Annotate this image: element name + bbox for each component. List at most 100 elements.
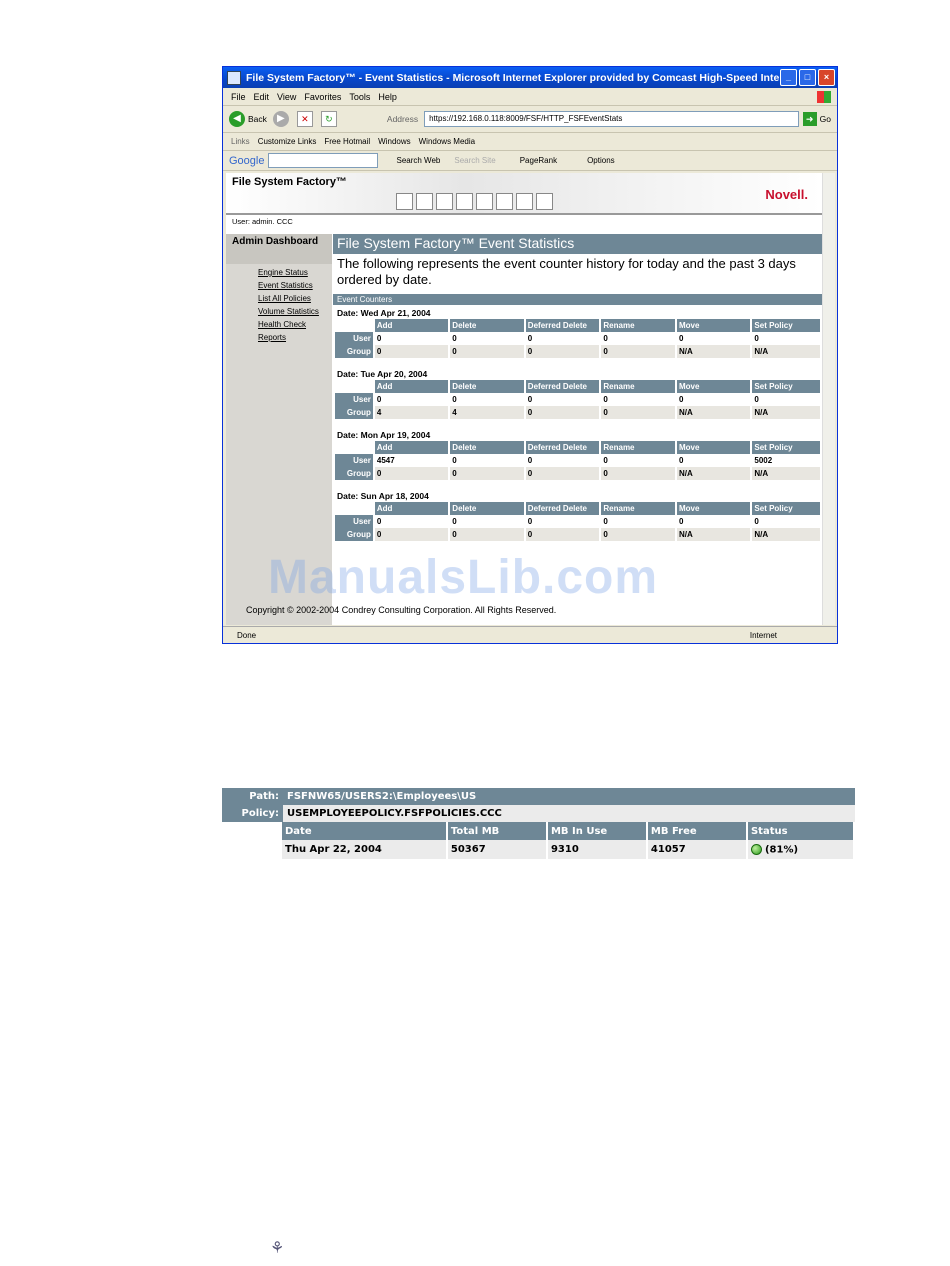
event-days: Date: Wed Apr 21, 2004 Add Delete Deferred …	[333, 305, 822, 549]
address-field[interactable]: https://192.168.0.118:8009/FSF/HTTP_FSFE…	[424, 111, 799, 127]
counter-cell: 0	[373, 467, 451, 480]
go-arrow-icon[interactable]: ➜	[802, 112, 817, 126]
google-search-input[interactable]	[268, 153, 379, 168]
col-status: Status	[746, 822, 856, 840]
counter-cell: 0	[524, 515, 602, 528]
back-button[interactable]: Back	[248, 114, 267, 124]
counter-cell: 0	[524, 393, 602, 406]
counter-cell: N/A	[751, 406, 822, 419]
path-row: Path: FSFNW65/USERS2:\Employees\US	[222, 788, 855, 805]
wrench-icon[interactable]	[536, 193, 553, 210]
cell-free: 41057	[646, 840, 748, 859]
col-header: Rename	[600, 441, 677, 454]
vertical-scrollbar[interactable]	[822, 173, 835, 625]
home-icon[interactable]	[396, 193, 413, 210]
corner-cell	[335, 380, 375, 393]
menu-tools[interactable]: Tools	[349, 92, 370, 102]
window-title: File System Factory™ - Event Statistics …	[246, 71, 780, 84]
counter-cell: 0	[373, 332, 451, 345]
menu-edit[interactable]: Edit	[254, 92, 270, 102]
disk-icon[interactable]	[496, 193, 513, 210]
counter-cell: 0	[373, 345, 451, 358]
counter-cell: 0	[600, 454, 677, 467]
status-green-icon	[750, 843, 762, 855]
counter-cell: 0	[524, 332, 602, 345]
menu-file[interactable]: File	[231, 92, 246, 102]
event-date-label: Date: Tue Apr 20, 2004	[337, 369, 428, 379]
counter-cell: 0	[524, 406, 602, 419]
nav-list-all-policies[interactable]: List All Policies	[258, 294, 332, 303]
counter-cell: 0	[751, 393, 822, 406]
table-row: User 4547 0 0 0 0 5002	[335, 454, 822, 467]
link-windows[interactable]: Windows	[378, 137, 410, 146]
menu-favorites[interactable]: Favorites	[304, 92, 341, 102]
refresh-icon[interactable]: ↻	[320, 111, 337, 127]
stop-icon[interactable]: ✕	[296, 111, 313, 127]
close-button[interactable]: ×	[818, 69, 835, 86]
nav-event-statistics[interactable]: Event Statistics	[258, 281, 332, 290]
back-arrow-icon[interactable]: ◀	[229, 111, 245, 127]
options-button[interactable]: Options	[587, 156, 615, 165]
row-label: Group	[335, 528, 375, 541]
google-logo: Google	[229, 154, 265, 167]
go-button[interactable]: Go	[820, 114, 831, 124]
col-header: Delete	[449, 319, 526, 332]
col-header: Move	[675, 319, 753, 332]
nav-volume-statistics[interactable]: Volume Statistics	[258, 307, 332, 316]
counter-cell: 0	[449, 467, 526, 480]
forward-arrow-icon[interactable]: ▶	[272, 111, 289, 127]
windows-logo-icon	[817, 90, 831, 103]
cell-total: 50367	[446, 840, 548, 859]
col-header: Add	[373, 319, 451, 332]
counter-cell: 0	[751, 332, 822, 345]
counter-cell: 0	[449, 332, 526, 345]
watermark: ManualsLib.com	[268, 551, 659, 604]
maximize-button[interactable]: □	[799, 69, 816, 86]
list-icon[interactable]	[476, 193, 493, 210]
menu-help[interactable]: Help	[378, 92, 397, 102]
link-customize[interactable]: Customize Links	[258, 137, 317, 146]
book-icon[interactable]	[416, 193, 433, 210]
menu-view[interactable]: View	[277, 92, 296, 102]
nav-engine-status[interactable]: Engine Status	[258, 268, 332, 277]
counter-cell: 0	[373, 528, 451, 541]
corner-cell	[335, 441, 375, 454]
search-web-button[interactable]: Search Web	[396, 156, 440, 165]
nav-reports[interactable]: Reports	[258, 333, 332, 342]
col-header: Delete	[449, 380, 526, 393]
counter-cell: 0	[449, 393, 526, 406]
counter-cell: 4	[373, 406, 451, 419]
table-row: Thu Apr 22, 2004 50367 9310 41057 (81%)	[282, 840, 856, 859]
counter-cell: 0	[373, 393, 451, 406]
counter-cell: 0	[449, 454, 526, 467]
table-row: Group 0 0 0 0 N/A N/A	[335, 467, 822, 480]
links-label: Links	[231, 137, 250, 146]
counter-cell: N/A	[675, 528, 753, 541]
event-date-label: Date: Sun Apr 18, 2004	[337, 491, 429, 501]
counter-cell: 0	[600, 406, 677, 419]
tools-icon[interactable]	[516, 193, 533, 210]
row-label: User	[335, 393, 375, 406]
status-bar: Done Internet	[223, 626, 837, 644]
minimize-button[interactable]: _	[780, 69, 797, 86]
event-table: Add Delete Deferred Delete Rename Move Set Po…	[335, 380, 822, 419]
nav-health-check[interactable]: Health Check	[258, 320, 332, 329]
path-label: Path:	[222, 788, 283, 805]
ie-icon	[227, 70, 241, 85]
table-row: Group 0 0 0 0 N/A N/A	[335, 528, 822, 541]
link-windows-media[interactable]: Windows Media	[419, 137, 475, 146]
row-label: User	[335, 454, 375, 467]
col-header: Add	[373, 380, 451, 393]
counter-cell: 0	[524, 528, 602, 541]
col-header: Move	[675, 380, 753, 393]
search-site-button[interactable]: Search Site	[454, 156, 495, 165]
col-header: Rename	[600, 319, 677, 332]
books-icon[interactable]	[456, 193, 473, 210]
link-hotmail[interactable]: Free Hotmail	[324, 137, 370, 146]
counter-cell: 5002	[751, 454, 822, 467]
row-label: User	[335, 515, 375, 528]
document-icon[interactable]	[436, 193, 453, 210]
